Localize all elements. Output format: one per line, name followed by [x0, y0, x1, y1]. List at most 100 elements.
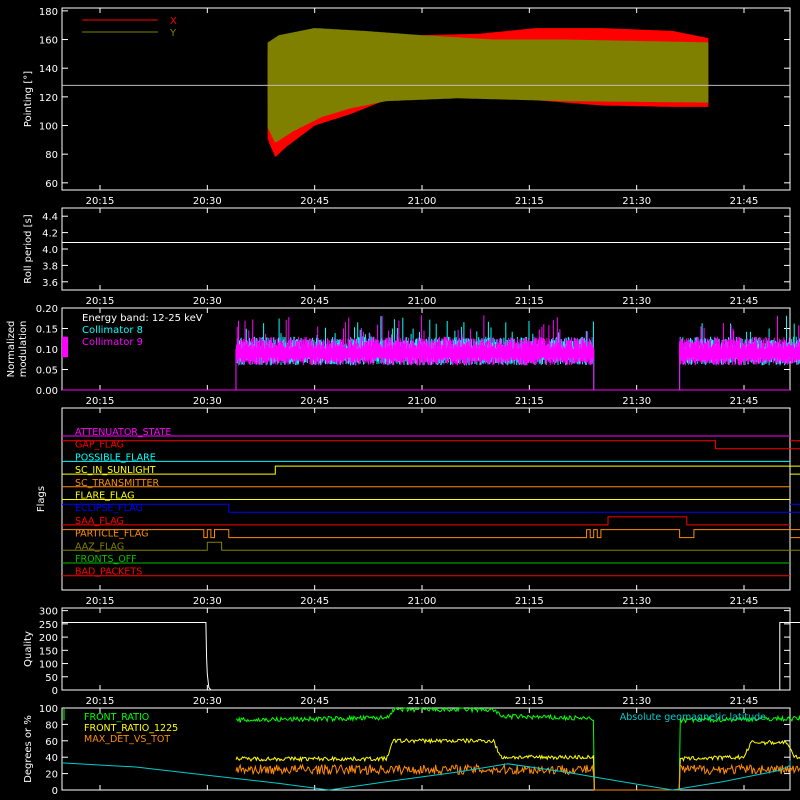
y-tick-label: 4.2 [42, 229, 58, 240]
legend-label-x: X [170, 16, 177, 27]
x-tick-label: 21:30 [622, 696, 651, 707]
flag-label-fronts-off: FRONTS_OFF [75, 554, 137, 565]
y-axis-label: Roll period [s] [23, 214, 34, 283]
x-tick-label: 21:45 [730, 296, 759, 307]
y-tick-label: 0.15 [36, 325, 58, 336]
y-tick-label: 250 [39, 620, 58, 631]
y-tick-label: 20 [45, 770, 58, 781]
y-axis-label: Normalized [6, 321, 17, 378]
y-tick-label: 80 [45, 720, 58, 731]
y-tick-label: 100 [39, 660, 58, 671]
x-tick-label: 20:15 [86, 296, 115, 307]
x-tick-label: 20:45 [300, 296, 329, 307]
x-tick-label: 20:15 [86, 396, 115, 407]
flag-line-eclipse-flag [62, 503, 800, 513]
panel-frame-4 [61, 607, 791, 691]
x-tick-label: 20:15 [86, 196, 115, 207]
y-tick-label: 160 [39, 36, 58, 47]
quality-line [62, 622, 800, 691]
y-tick-label: 3.8 [42, 261, 58, 272]
flag-label-possible-flare: POSSIBLE_FLARE [75, 452, 156, 463]
y-tick-label: 200 [39, 633, 58, 644]
flag-label-attenuator-state: ATTENUATOR_STATE [75, 427, 171, 438]
x-tick-label: 21:30 [622, 296, 651, 307]
legend-label-front-ratio-1225: FRONT_RATIO_1225 [84, 723, 178, 734]
flag-label-sc-transmitter: SC_TRANSMITTER [75, 478, 160, 489]
flag-label-eclipse-flag: ECLIPSE_FLAG [75, 503, 143, 514]
y-tick-label: 120 [39, 93, 58, 104]
flag-label-particle-flag: PARTICLE_FLAG [75, 529, 148, 540]
x-tick-label: 21:45 [730, 396, 759, 407]
y-tick-label: 3.6 [42, 278, 58, 289]
x-tick-label: 20:45 [300, 596, 329, 607]
flag-label-aaz-flag: AAZ_FLAG [75, 541, 124, 552]
geomagnetic-latitude-annotation: Absolute geomagnetic latitude [620, 712, 766, 723]
y-tick-label: 0.05 [36, 366, 58, 377]
flag-line-sc-in-sunlight [62, 465, 800, 475]
x-tick-label: 21:00 [408, 296, 437, 307]
x-tick-label: 20:30 [193, 696, 222, 707]
x-tick-label: 20:15 [86, 696, 115, 707]
series-collimator-9-bars [679, 315, 800, 366]
flag-line-saa-flag [62, 516, 790, 526]
x-tick-label: 21:45 [730, 696, 759, 707]
x-tick-label: 21:15 [515, 396, 544, 407]
x-tick-label: 21:15 [515, 196, 544, 207]
legend-label-y: Y [169, 28, 177, 39]
x-tick-label: 21:45 [730, 596, 759, 607]
flag-label-gap-flag: GAP_FLAG [75, 440, 124, 451]
y-axis-label: Pointing [°] [23, 71, 34, 127]
y-tick-label: 0.20 [36, 304, 58, 315]
x-tick-label: 21:00 [408, 596, 437, 607]
series-max-det-vs-tot-line [235, 762, 800, 791]
y-tick-label: 150 [39, 646, 58, 657]
x-tick-label: 20:45 [300, 396, 329, 407]
y-tick-label: 60 [45, 179, 58, 190]
y-tick-label: 100 [39, 122, 58, 133]
x-tick-label: 21:30 [622, 396, 651, 407]
y-tick-label: 0.10 [36, 345, 58, 356]
legend-label-collimator-9: Collimator 9 [82, 337, 143, 348]
y-tick-label: 40 [45, 753, 58, 764]
x-tick-label: 20:30 [193, 196, 222, 207]
series-collimator-9-bars [235, 315, 594, 366]
flag-label-sc-in-sunlight: SC_IN_SUNLIGHT [75, 465, 156, 476]
x-tick-label: 20:30 [193, 296, 222, 307]
energy-band-annotation: Energy band: 12-25 keV [82, 313, 203, 324]
x-tick-label: 21:45 [730, 196, 759, 207]
x-tick-label: 21:15 [515, 696, 544, 707]
flag-line-aaz-flag [62, 541, 800, 551]
y-tick-label: 4.0 [42, 245, 58, 256]
x-tick-label: 21:15 [515, 596, 544, 607]
x-tick-label: 21:30 [622, 596, 651, 607]
y-axis-label: Degrees or % [23, 715, 34, 783]
multi-panel-chart: 20:15 20:30 20:45 21:00 21:15 21:30 21:45 20:15… [6, 7, 800, 797]
x-tick-label: 20:15 [86, 596, 115, 607]
y-tick-label: 80 [45, 150, 58, 161]
y-axis-label-line2: modulation [18, 321, 29, 378]
flag-line-particle-flag [62, 529, 800, 539]
x-tick-label: 20:30 [193, 396, 222, 407]
y-tick-label: 100 [39, 704, 58, 715]
x-tick-label: 21:00 [408, 696, 437, 707]
flag-label-flare-flag: FLARE_FLAG [75, 491, 135, 502]
series-front-ratio-1225-line [235, 737, 800, 791]
legend-label-collimator-8: Collimator 8 [82, 325, 143, 336]
y-axis-label: Quality [23, 631, 34, 667]
flag-label-saa-flag: SAA_FLAG [75, 516, 124, 527]
y-tick-label: 60 [45, 737, 58, 748]
y-axis-label: Flags [36, 486, 47, 512]
y-tick-label: 0 [52, 786, 58, 797]
flag-label-bad-packets: BAD_PACKETS [75, 567, 142, 578]
x-tick-label: 21:15 [515, 296, 544, 307]
x-tick-label: 21:00 [408, 396, 437, 407]
y-tick-label: 0 [52, 686, 58, 697]
x-tick-label: 21:30 [622, 196, 651, 207]
x-tick-label: 20:30 [193, 596, 222, 607]
flag-line-gap-flag [62, 440, 800, 450]
x-tick-label: 20:45 [300, 196, 329, 207]
panel-frame-1 [61, 207, 791, 291]
y-tick-label: 180 [39, 7, 58, 18]
x-tick-label: 20:45 [300, 696, 329, 707]
y-tick-label: 0.00 [36, 386, 58, 397]
